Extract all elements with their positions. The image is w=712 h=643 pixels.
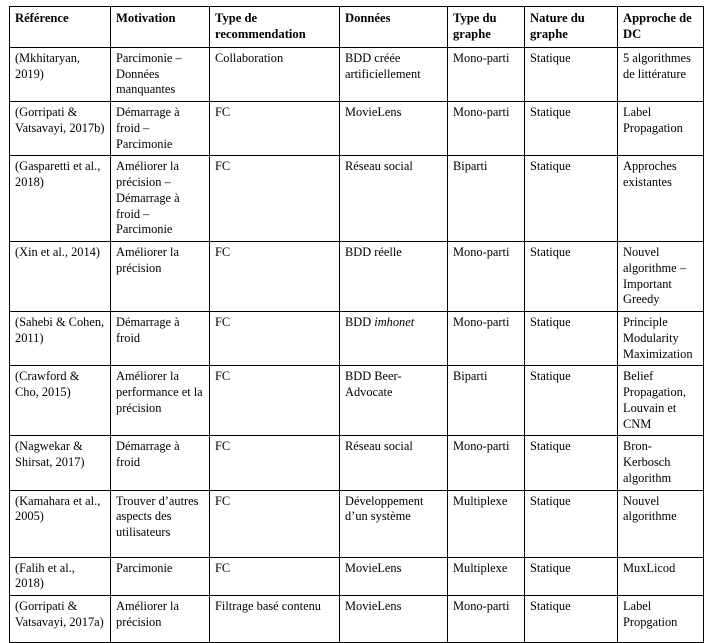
cell-nature_graphe: Statique — [524, 489, 618, 558]
cell-reference: (Crawford & Cho, 2015) — [9, 365, 111, 437]
table-header: Référence Motivation Type de recommendat… — [9, 6, 704, 48]
cell-reference: (Xin et al., 2014) — [9, 241, 111, 313]
cell-donnees: MovieLens — [339, 595, 448, 643]
cell-nature_graphe: Statique — [524, 595, 618, 643]
column-header-reference: Référence — [9, 6, 111, 48]
cell-donnees: BDD imhonet — [339, 311, 448, 367]
table-row: (Gorripati & Vatsavayi, 2017a) Améliorer … — [9, 595, 704, 643]
table-row: (Crawford & Cho, 2015) Améliorer la perfo… — [9, 365, 704, 437]
cell-reference: (Kamahara et al., 2005) — [9, 489, 111, 558]
table-row: (Kamahara et al., 2005) Trouver d’autres … — [9, 489, 704, 558]
cell-nature_graphe: Statique — [524, 241, 618, 313]
column-header-nature-graphe: Nature du graphe — [524, 6, 618, 48]
comparison-table-container: Référence Motivation Type de recommendat… — [0, 0, 712, 643]
table-row: (Gorripati & Vatsavayi, 2017b) Démarrage … — [9, 101, 704, 157]
column-header-motivation: Motivation — [110, 6, 210, 48]
column-header-type-graphe: Type du graphe — [447, 6, 525, 48]
cell-approche_dc: Principle Modularity Maximization — [617, 311, 704, 367]
cell-type_graphe: Mono-parti — [447, 595, 525, 643]
cell-type_reco: FC — [209, 489, 340, 558]
cell-type_reco: Collaboration — [209, 46, 340, 103]
cell-type_graphe: Mono-parti — [447, 46, 525, 103]
cell-approche_dc: Label Propagation — [617, 101, 704, 157]
cell-approche_dc: Approches existantes — [617, 155, 704, 243]
cell-type_reco: FC — [209, 241, 340, 313]
cell-type_reco: Filtrage basé contenu — [209, 595, 340, 643]
cell-motivation: Améliorer la performance et la précision — [110, 365, 210, 437]
table-row: (Nagwekar & Shirsat, 2017) Démarrage à fr… — [9, 435, 704, 491]
cell-type_graphe: Biparti — [447, 155, 525, 243]
cell-donnees: BDD créée artificiellement — [339, 46, 448, 103]
cell-type_reco: FC — [209, 435, 340, 491]
cell-approche_dc: Bron-Kerbosch algorithm — [617, 435, 704, 491]
column-header-approche-dc: Approche de DC — [617, 6, 704, 48]
cell-donnees: MovieLens — [339, 101, 448, 157]
cell-nature_graphe: Statique — [524, 311, 618, 367]
cell-donnees: Développement d’un système — [339, 489, 448, 558]
cell-reference: (Nagwekar & Shirsat, 2017) — [9, 435, 111, 491]
cell-type_graphe: Mono-parti — [447, 311, 525, 367]
cell-reference: (Gasparetti et al., 2018) — [9, 155, 111, 243]
column-header-type-reco: Type de recommendation — [209, 6, 340, 48]
cell-motivation: Améliorer la précision — [110, 595, 210, 643]
column-header-donnees: Données — [339, 6, 448, 48]
table-row: (Falih et al., 2018) Parcimonie FC MovieLen… — [9, 556, 704, 597]
cell-donnees-emphasis: imhonet — [374, 315, 415, 330]
cell-reference: (Sahebi & Cohen, 2011) — [9, 311, 111, 367]
cell-approche_dc: Belief Propagation, Louvain et CNM — [617, 365, 704, 437]
cell-donnees: BDD Beer-Advocate — [339, 365, 448, 437]
cell-type_graphe: Biparti — [447, 365, 525, 437]
cell-type_reco: FC — [209, 101, 340, 157]
cell-nature_graphe: Statique — [524, 435, 618, 491]
cell-donnees: Réseau social — [339, 435, 448, 491]
cell-reference: (Gorripati & Vatsavayi, 2017a) — [9, 595, 111, 643]
cell-reference: (Mkhitaryan, 2019) — [9, 46, 111, 103]
cell-donnees: MovieLens — [339, 556, 448, 597]
cell-type_graphe: Mono-parti — [447, 101, 525, 157]
cell-type_graphe: Multiplexe — [447, 556, 525, 597]
cell-donnees: BDD réelle — [339, 241, 448, 313]
table-row: (Mkhitaryan, 2019) Parcimonie – Données m… — [9, 46, 704, 103]
cell-type_reco: FC — [209, 155, 340, 243]
cell-type_reco: FC — [209, 365, 340, 437]
cell-nature_graphe: Statique — [524, 46, 618, 103]
cell-nature_graphe: Statique — [524, 556, 618, 597]
table-row: (Sahebi & Cohen, 2011) Démarrage à froid F… — [9, 311, 704, 367]
table-header-row: Référence Motivation Type de recommendat… — [9, 6, 704, 48]
cell-motivation: Démarrage à froid — [110, 311, 210, 367]
cell-type_graphe: Multiplexe — [447, 489, 525, 558]
cell-type_graphe: Mono-parti — [447, 435, 525, 491]
cell-approche_dc: Label Propgation — [617, 595, 704, 643]
cell-type_reco: FC — [209, 556, 340, 597]
table-row: (Xin et al., 2014) Améliorer la précision… — [9, 241, 704, 313]
cell-nature_graphe: Statique — [524, 365, 618, 437]
cell-nature_graphe: Statique — [524, 101, 618, 157]
cell-motivation: Démarrage à froid – Parcimonie — [110, 101, 210, 157]
cell-reference: (Gorripati & Vatsavayi, 2017b) — [9, 101, 111, 157]
cell-approche_dc: MuxLicod — [617, 556, 704, 597]
cell-approche_dc: 5 algorithmes de littérature — [617, 46, 704, 103]
cell-motivation: Parcimonie – Données manquantes — [110, 46, 210, 103]
cell-approche_dc: Nouvel algorithme – Important Greedy — [617, 241, 704, 313]
comparison-table: Référence Motivation Type de recommendat… — [9, 6, 704, 643]
cell-type_graphe: Mono-parti — [447, 241, 525, 313]
table-row: (Gasparetti et al., 2018) Améliorer la pr… — [9, 155, 704, 243]
cell-motivation: Démarrage à froid — [110, 435, 210, 491]
cell-motivation: Améliorer la précision – Démarrage à fro… — [110, 155, 210, 243]
table-body: (Mkhitaryan, 2019) Parcimonie – Données m… — [9, 46, 704, 643]
cell-nature_graphe: Statique — [524, 155, 618, 243]
cell-motivation: Améliorer la précision — [110, 241, 210, 313]
cell-type_reco: FC — [209, 311, 340, 367]
cell-motivation: Parcimonie — [110, 556, 210, 597]
cell-reference: (Falih et al., 2018) — [9, 556, 111, 597]
cell-approche_dc: Nouvel algorithme — [617, 489, 704, 558]
cell-motivation: Trouver d’autres aspects des utilisateur… — [110, 489, 210, 558]
cell-donnees: Réseau social — [339, 155, 448, 243]
